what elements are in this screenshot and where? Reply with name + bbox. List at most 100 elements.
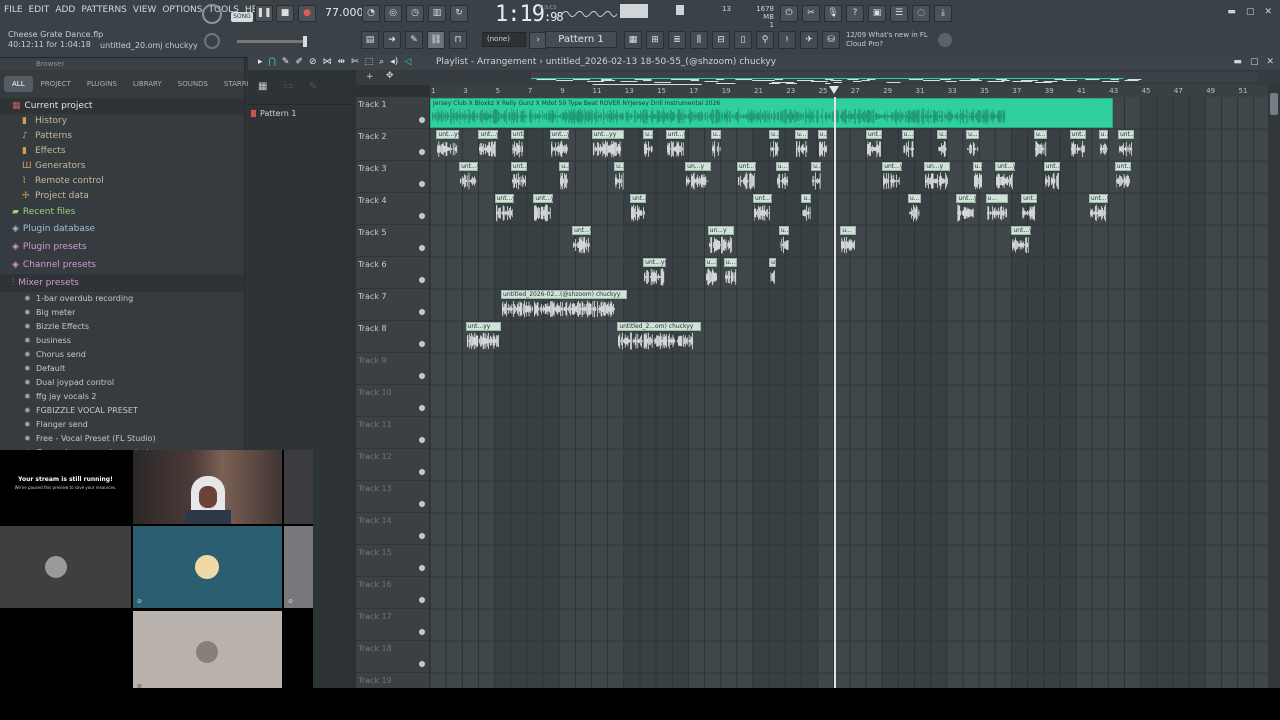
maximize-icon[interactable]: ▢ xyxy=(1250,55,1259,70)
channel-presets-folder[interactable]: ◈ Channel presets xyxy=(0,256,244,274)
vocal-audio-clip[interactable]: unt...yy xyxy=(866,130,883,160)
download-icon[interactable]: ⤓ xyxy=(934,5,952,22)
vocal-audio-clip[interactable]: unt...yy xyxy=(1043,162,1060,192)
piano-roll-icon[interactable]: ▤ xyxy=(361,31,379,49)
stamp-icon[interactable]: ⊓ xyxy=(449,31,467,49)
menu-patterns[interactable]: PATTERNS xyxy=(81,5,127,15)
step-edit-icon[interactable]: ▥ xyxy=(428,5,446,22)
mute-icon[interactable]: ⋈ xyxy=(323,55,332,70)
vocal-audio-clip[interactable]: unt...yy xyxy=(510,162,527,192)
save-icon[interactable]: ▣ xyxy=(868,5,886,22)
tab-sounds[interactable]: SOUNDS xyxy=(170,76,216,92)
snap-selector[interactable]: (none) xyxy=(482,32,526,47)
close-icon[interactable]: ✕ xyxy=(1264,7,1272,17)
vocal-audio-clip[interactable]: unt...yy xyxy=(549,130,569,160)
track-mute-led[interactable] xyxy=(419,437,425,443)
vocal-audio-clip[interactable]: unt...yy xyxy=(572,226,592,256)
master-pitch-slider[interactable] xyxy=(676,5,684,15)
master-volume-slider[interactable] xyxy=(237,36,307,47)
track-mute-led[interactable] xyxy=(419,501,425,507)
vocal-audio-clip[interactable]: unt...yy xyxy=(665,130,686,160)
vocal-audio-clip[interactable]: untitled_2026-02...(@shzoom) chuckyy xyxy=(501,290,628,320)
close-icon[interactable]: ✕ xyxy=(1266,55,1274,70)
vocal-audio-clip[interactable]: unt...yy xyxy=(465,322,502,352)
vocal-audio-clip[interactable]: u... xyxy=(775,162,789,192)
vocal-audio-clip[interactable]: unt...yy xyxy=(1114,162,1131,192)
vocal-audio-clip[interactable]: u... xyxy=(559,162,569,192)
track-mute-led[interactable] xyxy=(419,565,425,571)
arrangement-icon[interactable]: ◁ xyxy=(404,55,411,70)
minimize-icon[interactable]: ▬ xyxy=(1227,7,1236,17)
record-mode-knob[interactable] xyxy=(202,4,222,24)
vocal-audio-clip[interactable]: unt...yy xyxy=(995,162,1015,192)
vocal-audio-clip[interactable]: u... xyxy=(985,194,1009,224)
slice-icon[interactable]: ✄ xyxy=(351,55,359,70)
help-icon[interactable]: ? xyxy=(846,5,864,22)
vocal-audio-clip[interactable]: unt...yy xyxy=(478,130,498,160)
track-header[interactable]: Track 15 xyxy=(356,545,429,577)
menu-edit[interactable]: EDIT xyxy=(29,5,50,15)
tab-library[interactable]: LIBRARY xyxy=(125,76,170,92)
track-mute-led[interactable] xyxy=(419,245,425,251)
vocal-audio-clip[interactable]: unt...yy xyxy=(643,258,666,288)
maximize-icon[interactable]: ▢ xyxy=(1246,7,1255,17)
mixer-view-icon[interactable]: ≣ xyxy=(668,31,686,49)
preset-item[interactable]: ✹ Flanger send xyxy=(0,418,244,432)
channel-rack-icon[interactable]: ⊞ xyxy=(646,31,664,49)
countdown-icon[interactable]: ◷ xyxy=(406,5,424,22)
vocal-audio-clip[interactable]: unt...yy xyxy=(1117,130,1135,160)
track-mute-led[interactable] xyxy=(419,277,425,283)
menu-file[interactable]: FILE xyxy=(4,5,23,15)
plugin-picker-icon[interactable]: ⊟ xyxy=(712,31,730,49)
vocal-audio-clip[interactable]: u... xyxy=(769,130,779,160)
vocal-audio-clip[interactable]: u... xyxy=(1034,130,1047,160)
song-overview[interactable] xyxy=(531,72,1258,86)
menu-add[interactable]: ADD xyxy=(55,5,75,15)
shop-icon[interactable]: ⛁ xyxy=(822,31,840,49)
track-header[interactable]: Track 7 xyxy=(356,289,429,321)
tab-plugins[interactable]: PLUGINS xyxy=(79,76,125,92)
track-mute-led[interactable] xyxy=(419,181,425,187)
vocal-audio-clip[interactable]: u... xyxy=(966,130,980,160)
metronome-icon[interactable]: ◔ xyxy=(362,5,380,22)
vocal-audio-clip[interactable]: u xyxy=(769,258,776,288)
vocal-audio-clip[interactable]: unt...yy xyxy=(1069,130,1086,160)
mixer-icon[interactable]: ☰ xyxy=(890,5,908,22)
link-icon[interactable]: ⛓ xyxy=(427,31,445,49)
add-track-icon[interactable]: + xyxy=(366,72,374,82)
record-icon[interactable]: ● xyxy=(298,5,316,22)
pattern-list-icon[interactable]: ▦ xyxy=(258,81,267,94)
pencil-icon[interactable]: ✎ xyxy=(282,55,290,70)
preset-item[interactable]: ✹ Default xyxy=(0,362,244,376)
vocal-audio-clip[interactable]: u... xyxy=(908,194,921,224)
track-mute-led[interactable] xyxy=(419,597,425,603)
vocal-audio-clip[interactable]: u... xyxy=(614,162,624,192)
vocal-audio-clip[interactable]: unt...yy xyxy=(630,194,647,224)
preset-item[interactable]: ✹ business xyxy=(0,334,244,348)
draw-tool-icon[interactable]: ✎ xyxy=(405,31,423,49)
microphone-icon[interactable]: 🎙 xyxy=(824,5,842,22)
vocal-audio-clip[interactable]: unt...yy xyxy=(1021,194,1038,224)
minimize-icon[interactable]: ▬ xyxy=(1233,55,1242,70)
vocal-audio-clip[interactable]: unt...yy xyxy=(1011,226,1031,256)
menu-view[interactable]: VIEW xyxy=(133,5,156,15)
vertical-scrollbar[interactable] xyxy=(1268,85,1280,688)
track-mute-led[interactable] xyxy=(419,629,425,635)
plug-icon[interactable]: ⚲ xyxy=(756,31,774,49)
pattern-selector[interactable]: Pattern 1 xyxy=(545,31,617,48)
mixer-presets-folder[interactable]: ⫶ Mixer presets xyxy=(0,274,244,292)
select-icon[interactable]: ⬚ xyxy=(365,55,374,70)
track-header[interactable]: Track 10 xyxy=(356,385,429,417)
track-header[interactable]: Track 18 xyxy=(356,641,429,673)
tab-all[interactable]: ALL xyxy=(4,76,33,92)
wait-input-icon[interactable]: ◎ xyxy=(384,5,402,22)
song-mode-toggle[interactable]: SONG xyxy=(231,12,253,22)
news-settings-icon[interactable] xyxy=(938,33,952,47)
chat-icon[interactable]: ◌ xyxy=(912,5,930,22)
track-header[interactable]: Track 5 xyxy=(356,225,429,257)
move-icon[interactable]: ✥ xyxy=(386,71,394,81)
tempo-display[interactable]: 77.000 xyxy=(325,6,364,19)
vocal-audio-clip[interactable]: untitled_2...om) chuckyy xyxy=(617,322,702,352)
plugin-database-folder[interactable]: ◈ Plugin database xyxy=(0,220,244,238)
track-header[interactable]: Track 16 xyxy=(356,577,429,609)
